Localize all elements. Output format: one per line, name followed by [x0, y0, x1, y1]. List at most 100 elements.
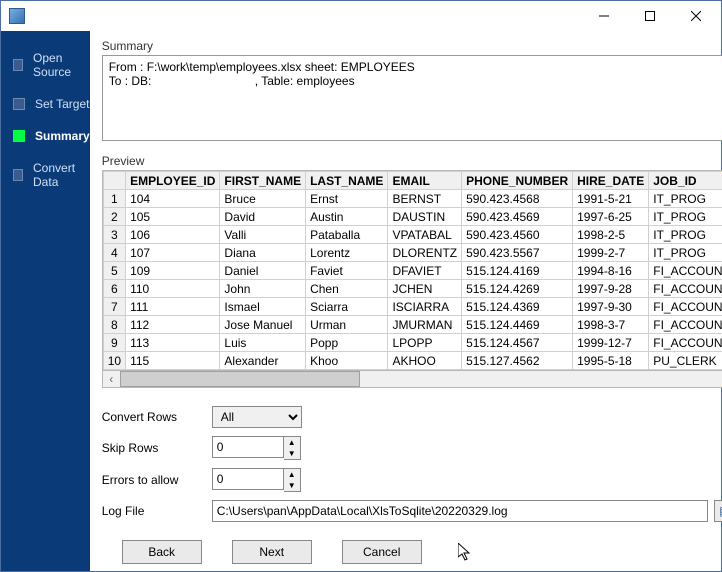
- column-header[interactable]: EMPLOYEE_ID: [126, 172, 220, 190]
- preview-label: Preview: [102, 154, 722, 168]
- table-cell: 515.124.4369: [462, 298, 573, 316]
- column-header[interactable]: EMAIL: [388, 172, 462, 190]
- table-row[interactable]: 2105DavidAustinDAUSTIN590.423.45691997-6…: [103, 208, 722, 226]
- column-header[interactable]: PHONE_NUMBER: [462, 172, 573, 190]
- step-box-icon: [13, 169, 23, 181]
- column-header[interactable]: LAST_NAME: [306, 172, 388, 190]
- table-cell: 590.423.5567: [462, 244, 573, 262]
- wizard-step-convert-data[interactable]: Convert Data: [13, 161, 90, 189]
- step-label: Open Source: [33, 51, 90, 79]
- table-cell: 1998-3-7: [573, 316, 649, 334]
- table-cell: 1994-8-16: [573, 262, 649, 280]
- summary-text[interactable]: [102, 55, 722, 141]
- table-row[interactable]: 10115AlexanderKhooAKHOO515.127.45621995-…: [103, 352, 722, 370]
- scroll-left-icon[interactable]: ‹: [103, 371, 120, 387]
- table-cell: 115: [126, 352, 220, 370]
- table-cell: VPATABAL: [388, 226, 462, 244]
- table-cell: 106: [126, 226, 220, 244]
- table-cell: 1999-2-7: [573, 244, 649, 262]
- convert-rows-label: Convert Rows: [102, 410, 212, 424]
- convert-rows-select[interactable]: All: [212, 406, 302, 428]
- skip-rows-up-icon[interactable]: ▲: [284, 437, 300, 448]
- row-number: 3: [103, 226, 125, 244]
- column-header[interactable]: JOB_ID: [649, 172, 722, 190]
- close-button[interactable]: [673, 1, 719, 31]
- table-row[interactable]: 1104BruceErnstBERNST590.423.45681991-5-2…: [103, 190, 722, 208]
- table-cell: FI_ACCOUNT: [649, 334, 722, 352]
- table-cell: 1998-2-5: [573, 226, 649, 244]
- table-cell: 1997-6-25: [573, 208, 649, 226]
- table-cell: 109: [126, 262, 220, 280]
- wizard-step-summary[interactable]: Summary: [13, 129, 90, 143]
- table-cell: 590.423.4568: [462, 190, 573, 208]
- row-number: 2: [103, 208, 125, 226]
- table-cell: DFAVIET: [388, 262, 462, 280]
- log-file-browse-button[interactable]: ▤: [714, 500, 722, 522]
- table-cell: 1999-12-7: [573, 334, 649, 352]
- step-box-icon: [13, 130, 25, 142]
- errors-input[interactable]: [212, 468, 284, 490]
- table-cell: Sciarra: [306, 298, 388, 316]
- table-cell: 112: [126, 316, 220, 334]
- preview-table: EMPLOYEE_IDFIRST_NAMELAST_NAMEEMAILPHONE…: [102, 170, 722, 371]
- table-cell: 515.124.4469: [462, 316, 573, 334]
- table-row[interactable]: 6110JohnChenJCHEN515.124.42691997-9-28FI…: [103, 280, 722, 298]
- table-cell: Pataballa: [306, 226, 388, 244]
- table-row[interactable]: 4107DianaLorentzDLORENTZ590.423.55671999…: [103, 244, 722, 262]
- horizontal-scrollbar[interactable]: ‹ ›: [102, 371, 722, 388]
- back-button[interactable]: Back: [122, 540, 202, 564]
- table-cell: PU_CLERK: [649, 352, 722, 370]
- scroll-thumb[interactable]: [120, 371, 360, 387]
- table-cell: 515.127.4562: [462, 352, 573, 370]
- table-cell: Jose Manuel: [220, 316, 306, 334]
- table-cell: Diana: [220, 244, 306, 262]
- table-row[interactable]: 8112Jose ManuelUrmanJMURMAN515.124.44691…: [103, 316, 722, 334]
- table-cell: IT_PROG: [649, 208, 722, 226]
- row-number: 9: [103, 334, 125, 352]
- table-cell: Ernst: [306, 190, 388, 208]
- table-cell: 590.423.4569: [462, 208, 573, 226]
- errors-down-icon[interactable]: ▼: [284, 480, 300, 491]
- table-cell: FI_ACCOUNT: [649, 280, 722, 298]
- skip-rows-down-icon[interactable]: ▼: [284, 448, 300, 459]
- row-number: 6: [103, 280, 125, 298]
- step-label: Convert Data: [33, 161, 90, 189]
- skip-rows-input[interactable]: [212, 436, 284, 458]
- minimize-button[interactable]: [581, 1, 627, 31]
- table-cell: Bruce: [220, 190, 306, 208]
- table-row[interactable]: 3106ValliPataballaVPATABAL590.423.456019…: [103, 226, 722, 244]
- summary-label: Summary: [102, 39, 722, 53]
- table-cell: DAUSTIN: [388, 208, 462, 226]
- maximize-button[interactable]: [627, 1, 673, 31]
- scroll-right-icon[interactable]: ›: [718, 371, 722, 387]
- step-box-icon: [13, 98, 25, 110]
- wizard-step-set-target[interactable]: Set Target: [13, 97, 90, 111]
- table-cell: Chen: [306, 280, 388, 298]
- row-number: 5: [103, 262, 125, 280]
- wizard-step-open-source[interactable]: Open Source: [13, 51, 90, 79]
- errors-label: Errors to allow: [102, 473, 212, 487]
- table-cell: FI_ACCOUNT: [649, 316, 722, 334]
- step-label: Summary: [35, 129, 90, 143]
- log-file-input[interactable]: [212, 500, 708, 522]
- cancel-button[interactable]: Cancel: [342, 540, 422, 564]
- table-cell: JCHEN: [388, 280, 462, 298]
- column-header[interactable]: HIRE_DATE: [573, 172, 649, 190]
- table-cell: Luis: [220, 334, 306, 352]
- table-cell: Valli: [220, 226, 306, 244]
- next-button[interactable]: Next: [232, 540, 312, 564]
- table-row[interactable]: 5109DanielFavietDFAVIET515.124.41691994-…: [103, 262, 722, 280]
- row-number: 7: [103, 298, 125, 316]
- table-row[interactable]: 7111IsmaelSciarraISCIARRA515.124.4369199…: [103, 298, 722, 316]
- table-row[interactable]: 9113LuisPoppLPOPP515.124.45671999-12-7FI…: [103, 334, 722, 352]
- table-cell: 110: [126, 280, 220, 298]
- table-cell: 1997-9-28: [573, 280, 649, 298]
- table-cell: 111: [126, 298, 220, 316]
- row-number: 10: [103, 352, 125, 370]
- table-cell: 515.124.4269: [462, 280, 573, 298]
- table-cell: Khoo: [306, 352, 388, 370]
- column-header[interactable]: FIRST_NAME: [220, 172, 306, 190]
- titlebar: [1, 1, 721, 31]
- row-number-header: [103, 172, 125, 190]
- errors-up-icon[interactable]: ▲: [284, 469, 300, 480]
